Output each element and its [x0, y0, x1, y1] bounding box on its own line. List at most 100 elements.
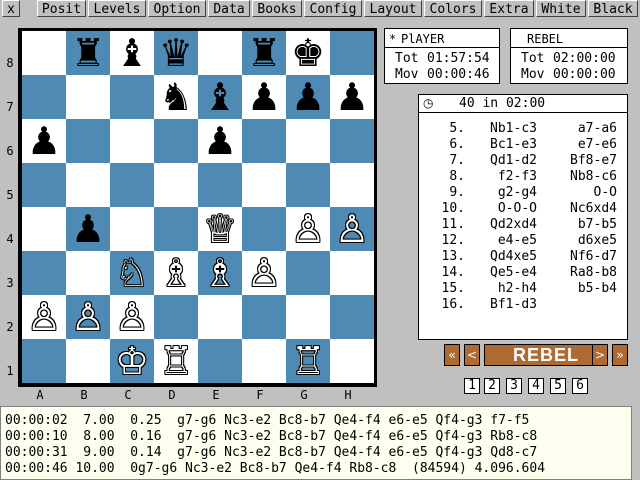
white-move[interactable]: Nb1-c3 — [469, 121, 537, 137]
white-move[interactable]: h2-h4 — [469, 281, 537, 297]
black-knight-d7[interactable]: ♞ — [154, 75, 198, 119]
black-pawn-e6[interactable]: ♟ — [198, 119, 242, 163]
white-pawn-a2[interactable]: ♙ — [22, 295, 66, 339]
square-h2[interactable] — [330, 295, 374, 339]
square-b7[interactable] — [66, 75, 110, 119]
square-a5[interactable] — [22, 163, 66, 207]
black-move[interactable]: Ra8-b8 — [543, 265, 617, 281]
square-b3[interactable] — [66, 251, 110, 295]
black-move[interactable]: b5-b4 — [543, 281, 617, 297]
white-move[interactable]: Qd4xe5 — [469, 249, 537, 265]
white-rook-g1[interactable]: ♖ — [286, 339, 330, 383]
chess-board[interactable]: ♜ ♝ ♛ ♜ ♚ ♞ ♝ ♟ ♟ ♟ ♟ ♟ ♟ ♕ ♙ ♙ ♘ ♗ ♗ ♙ ♙ ♙ ♙ ♔ ♖ ♖ — [22, 31, 374, 383]
black-move[interactable]: Bf8-e7 — [543, 153, 617, 169]
white-move[interactable]: Bf1-d3 — [469, 297, 537, 313]
white-move[interactable]: Qd1-d2 — [469, 153, 537, 169]
square-b6[interactable] — [66, 119, 110, 163]
black-move[interactable]: e7-e6 — [543, 137, 617, 153]
menu-layout[interactable]: Layout — [364, 0, 422, 17]
square-c6[interactable] — [110, 119, 154, 163]
move-row[interactable]: 5. Nb1-c3 a7-a6 — [419, 121, 627, 137]
black-pawn-f7[interactable]: ♟ — [242, 75, 286, 119]
square-f6[interactable] — [242, 119, 286, 163]
black-bishop-e7[interactable]: ♝ — [198, 75, 242, 119]
square-a7[interactable] — [22, 75, 66, 119]
square-d6[interactable] — [154, 119, 198, 163]
menu-black[interactable]: Black — [588, 0, 638, 17]
square-e2[interactable] — [198, 295, 242, 339]
black-pawn-b4[interactable]: ♟ — [66, 207, 110, 251]
black-pawn-h7[interactable]: ♟ — [330, 75, 374, 119]
view-button-5[interactable]: 5 — [550, 378, 566, 394]
menu-colors[interactable]: Colors — [424, 0, 482, 17]
square-f1[interactable] — [242, 339, 286, 383]
move-row[interactable]: 12. e4-e5 d6xe5 — [419, 233, 627, 249]
engine-name-banner[interactable]: REBEL — [484, 344, 608, 366]
square-h3[interactable] — [330, 251, 374, 295]
white-bishop-e3[interactable]: ♗ — [198, 251, 242, 295]
white-queen-e4[interactable]: ♕ — [198, 207, 242, 251]
view-button-3[interactable]: 3 — [506, 378, 522, 394]
white-move[interactable]: Bc1-e3 — [469, 137, 537, 153]
black-move[interactable]: a7-a6 — [543, 121, 617, 137]
menu-posit[interactable]: Posit — [37, 0, 86, 17]
white-pawn-b2[interactable]: ♙ — [66, 295, 110, 339]
white-pawn-g4[interactable]: ♙ — [286, 207, 330, 251]
square-a1[interactable] — [22, 339, 66, 383]
black-move[interactable]: O-O — [543, 185, 617, 201]
square-b1[interactable] — [66, 339, 110, 383]
white-move[interactable]: O-O-O — [469, 201, 537, 217]
menu-option[interactable]: Option — [148, 0, 206, 17]
move-list-panel[interactable]: ◷ 40 in 02:00 5. Nb1-c3 a7-a6 6. Bc1-e3 e7-e6… — [418, 94, 628, 340]
white-move[interactable]: e4-e5 — [469, 233, 537, 249]
move-row[interactable]: 10. O-O-O Nc6xd4 — [419, 201, 627, 217]
menu-extra[interactable]: Extra — [484, 0, 534, 17]
black-king-g8[interactable]: ♚ — [286, 31, 330, 75]
white-move[interactable]: Qe5-e4 — [469, 265, 537, 281]
black-queen-d8[interactable]: ♛ — [154, 31, 198, 75]
white-rook-d1[interactable]: ♖ — [154, 339, 198, 383]
square-h5[interactable] — [330, 163, 374, 207]
black-rook-b8[interactable]: ♜ — [66, 31, 110, 75]
move-row[interactable]: 8. f2-f3 Nb8-c6 — [419, 169, 627, 185]
square-b5[interactable] — [66, 163, 110, 207]
move-row[interactable]: 13. Qd4xe5 Nf6-d7 — [419, 249, 627, 265]
black-move[interactable]: d6xe5 — [543, 233, 617, 249]
square-e5[interactable] — [198, 163, 242, 207]
white-move[interactable]: Qd2xd4 — [469, 217, 537, 233]
black-move[interactable]: b7-b5 — [543, 217, 617, 233]
square-g5[interactable] — [286, 163, 330, 207]
square-d4[interactable] — [154, 207, 198, 251]
menu-data[interactable]: Data — [208, 0, 250, 17]
move-row[interactable]: 7. Qd1-d2 Bf8-e7 — [419, 153, 627, 169]
view-button-1[interactable]: 1 — [464, 378, 480, 394]
view-button-2[interactable]: 2 — [484, 378, 500, 394]
black-bishop-c8[interactable]: ♝ — [110, 31, 154, 75]
square-e1[interactable] — [198, 339, 242, 383]
white-bishop-d3[interactable]: ♗ — [154, 251, 198, 295]
black-rook-f8[interactable]: ♜ — [242, 31, 286, 75]
square-h1[interactable] — [330, 339, 374, 383]
first-move-button[interactable]: « — [444, 344, 460, 366]
black-pawn-g7[interactable]: ♟ — [286, 75, 330, 119]
black-move[interactable]: Nb8-c6 — [543, 169, 617, 185]
square-a8[interactable] — [22, 31, 66, 75]
white-king-c1[interactable]: ♔ — [110, 339, 154, 383]
square-c4[interactable] — [110, 207, 154, 251]
square-a4[interactable] — [22, 207, 66, 251]
square-e8[interactable] — [198, 31, 242, 75]
white-knight-c3[interactable]: ♘ — [110, 251, 154, 295]
square-c5[interactable] — [110, 163, 154, 207]
square-a3[interactable] — [22, 251, 66, 295]
black-move[interactable]: Nf6-d7 — [543, 249, 617, 265]
prev-move-button[interactable]: < — [464, 344, 480, 366]
next-move-button[interactable]: > — [592, 344, 608, 366]
menu-white[interactable]: White — [536, 0, 586, 17]
menu-levels[interactable]: Levels — [88, 0, 146, 17]
white-move[interactable]: g2-g4 — [469, 185, 537, 201]
square-f4[interactable] — [242, 207, 286, 251]
move-row[interactable]: 14. Qe5-e4 Ra8-b8 — [419, 265, 627, 281]
move-row[interactable]: 6. Bc1-e3 e7-e6 — [419, 137, 627, 153]
black-pawn-a6[interactable]: ♟ — [22, 119, 66, 163]
menu-books[interactable]: Books — [252, 0, 302, 17]
